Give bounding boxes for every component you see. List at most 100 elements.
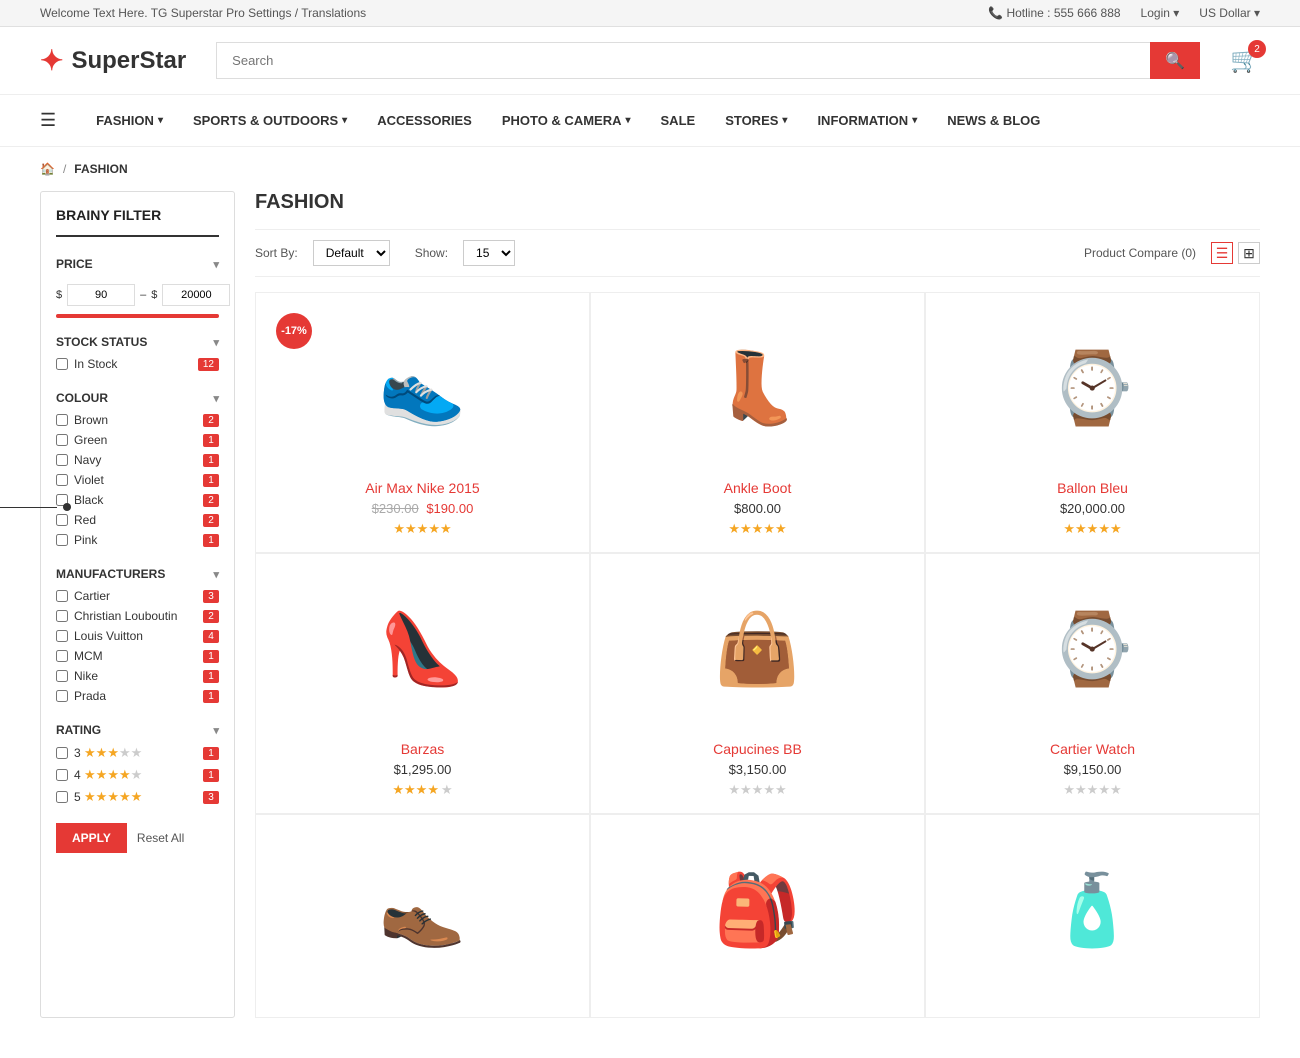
price-slider-track [56,314,219,318]
cartier-checkbox[interactable] [56,590,68,602]
price-sale-capucines: $3,150.00 [729,762,787,777]
violet-checkbox[interactable] [56,474,68,486]
stock-status-header[interactable]: STOCK STATUS ▾ [56,330,219,354]
product-compare[interactable]: Product Compare (0) [1084,246,1196,260]
view-icons: ☰ ⊞ [1211,242,1260,264]
hamburger-menu[interactable]: ☰ [40,95,56,146]
5star-checkbox[interactable] [56,791,68,803]
filter-item-brown: Brown 2 [56,410,219,430]
green-checkbox[interactable] [56,434,68,446]
3star-checkbox[interactable] [56,747,68,759]
apply-button[interactable]: APPLY [56,823,127,853]
brown-checkbox[interactable] [56,414,68,426]
5star-label: 5 ★★★★★ [74,789,142,805]
lv-checkbox[interactable] [56,630,68,642]
filter-item-red: Red 2 [56,510,219,530]
filter-item-black: Black 2 [56,490,219,510]
stock-status-label: STOCK STATUS [56,335,147,349]
navy-checkbox[interactable] [56,454,68,466]
nav-item-photo[interactable]: PHOTO & CAMERA ▾ [502,98,631,143]
product-name-cartierwatch: Cartier Watch [941,741,1244,757]
discount-badge-airmax: -17% [276,313,312,349]
price-filter-header[interactable]: PRICE ▾ [56,252,219,276]
currency-selector[interactable]: US Dollar ▾ [1199,6,1260,20]
product-image-cartierwatch: ⌚ [941,569,1244,729]
product-image-perfume: 🧴 [941,830,1244,990]
header: ✦ SuperStar 🔍 🛒 2 [0,27,1300,95]
product-name-capucines: Capucines BB [606,741,909,757]
product-card-cartierwatch[interactable]: ⌚ Cartier Watch $9,150.00 ★★★★★ [925,553,1260,814]
search-button[interactable]: 🔍 [1150,42,1200,79]
violet-label: Violet [74,473,104,487]
colour-filter-header[interactable]: COLOUR ▾ [56,386,219,410]
red-label: Red [74,513,96,527]
breadcrumb-home[interactable]: 🏠 [40,162,55,176]
search-input[interactable] [216,42,1150,79]
products-title: FASHION [255,191,1260,214]
rating-filter-header[interactable]: RATING ▾ [56,718,219,742]
nike-count: 1 [203,670,219,683]
products-area: FASHION Sort By: Default Show: 15 Produc… [255,191,1260,1018]
price-max-input[interactable] [162,284,230,306]
brown-count: 2 [203,414,219,427]
mcm-checkbox[interactable] [56,650,68,662]
prada-count: 1 [203,690,219,703]
price-inputs: $ – $ [56,284,219,306]
nav-item-news[interactable]: NEWS & BLOG [947,98,1040,143]
pink-checkbox[interactable] [56,534,68,546]
annotation-dot [63,503,71,511]
product-card-backpack[interactable]: 🎒 [590,814,925,1018]
breadcrumb-separator: / [63,162,66,176]
nav-item-sale[interactable]: SALE [661,98,696,143]
product-stars-cartierwatch: ★★★★★ [941,782,1244,798]
nav-item-fashion[interactable]: FASHION ▾ [96,98,163,143]
4star-checkbox[interactable] [56,769,68,781]
breadcrumb-current: FASHION [74,162,127,176]
filter-item-pink: Pink 1 [56,530,219,550]
list-view-icon[interactable]: ☰ [1211,242,1233,264]
login-button[interactable]: Login ▾ [1141,6,1180,20]
product-name-ankleboot: Ankle Boot [606,480,909,496]
price-slider[interactable] [56,314,219,318]
product-card-capucines[interactable]: 👜 Capucines BB $3,150.00 ★★★★★ [590,553,925,814]
black-label: Black [74,493,103,507]
reset-button[interactable]: Reset All [137,831,184,845]
rating-filter: RATING ▾ 3 ★★★★★ 1 4 ★★★★★ 1 [56,718,219,808]
green-label: Green [74,433,107,447]
nike-checkbox[interactable] [56,670,68,682]
product-card-ballonbleu[interactable]: ⌚ Ballon Bleu $20,000.00 ★★★★★ [925,292,1260,553]
product-price-cartierwatch: $9,150.00 [941,762,1244,777]
prada-checkbox[interactable] [56,690,68,702]
product-card-ankleboot[interactable]: 👢 Ankle Boot $800.00 ★★★★★ [590,292,925,553]
christian-count: 2 [203,610,219,623]
red-count: 2 [203,514,219,527]
filter-item-4stars: 4 ★★★★★ 1 [56,764,219,786]
lv-label: Louis Vuitton [74,629,143,643]
price-dollar-min: $ [56,289,62,301]
nav-item-stores[interactable]: STORES ▾ [725,98,787,143]
cart-area[interactable]: 🛒 2 [1230,46,1260,75]
christian-label: Christian Louboutin [74,609,177,623]
logo[interactable]: ✦ SuperStar [40,44,186,77]
manufacturers-filter-header[interactable]: MANUFACTURERS ▾ [56,562,219,586]
product-card-perfume[interactable]: 🧴 [925,814,1260,1018]
sort-select[interactable]: Default [313,240,390,266]
filter-item-green: Green 1 [56,430,219,450]
product-image-capucines: 👜 [606,569,909,729]
product-card-airmax[interactable]: -17% 👟 Air Max Nike 2015 $230.00 $190.00… [255,292,590,553]
black-count: 2 [203,494,219,507]
price-min-input[interactable] [67,284,135,306]
product-card-boot2[interactable]: 👞 [255,814,590,1018]
instock-checkbox[interactable] [56,358,68,370]
nav-item-information[interactable]: INFORMATION ▾ [817,98,917,143]
stock-status-filter: STOCK STATUS ▾ In Stock 12 [56,330,219,374]
show-select[interactable]: 15 [463,240,515,266]
nav-item-accessories[interactable]: ACCESSORIES [377,98,472,143]
product-stars-airmax: ★★★★★ [271,521,574,537]
product-card-barzas[interactable]: 👠 Barzas $1,295.00 ★★★★★ [255,553,590,814]
logo-text: SuperStar [71,47,186,75]
product-grid: -17% 👟 Air Max Nike 2015 $230.00 $190.00… [255,292,1260,1018]
nav-item-sports[interactable]: SPORTS & OUTDOORS ▾ [193,98,347,143]
christian-checkbox[interactable] [56,610,68,622]
grid-view-icon[interactable]: ⊞ [1238,242,1260,264]
